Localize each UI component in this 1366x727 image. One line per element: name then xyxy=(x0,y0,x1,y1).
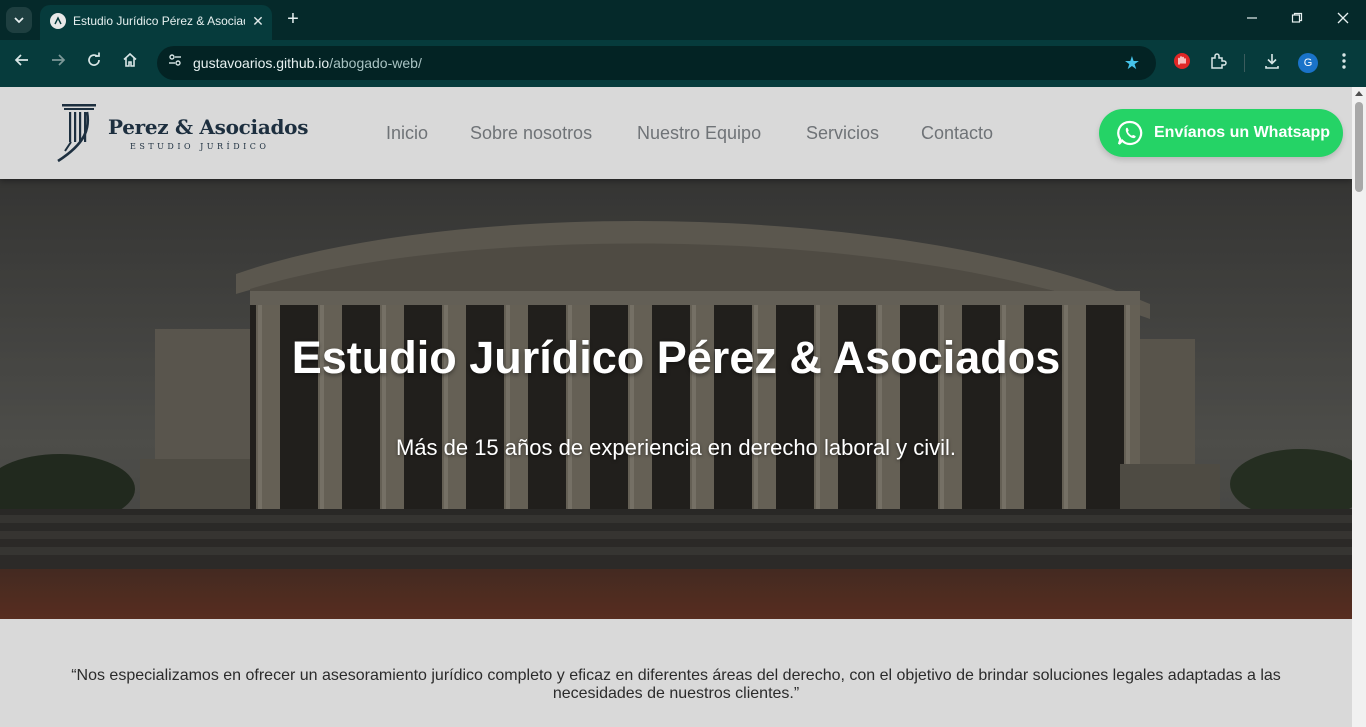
toolbar-separator xyxy=(1244,54,1245,72)
hero-subtitle: Más de 15 años de experiencia en derecho… xyxy=(395,435,957,460)
tab-title: Estudio Jurídico Pérez & Asociados xyxy=(73,14,245,28)
hero-title: Estudio Jurídico Pérez & Asociados xyxy=(291,332,1061,383)
logo-name: Perez & Asociados xyxy=(108,115,309,139)
reload-icon[interactable] xyxy=(83,52,105,74)
logo-subtitle: ESTUDIO JURÍDICO xyxy=(130,142,270,151)
hero-banner: Estudio Jurídico Pérez & Asociados Más d… xyxy=(0,179,1352,619)
close-window-icon[interactable] xyxy=(1332,8,1354,30)
site-info-icon[interactable] xyxy=(164,52,186,74)
back-icon[interactable] xyxy=(11,52,33,74)
courthouse-photo xyxy=(0,179,1352,619)
nav-nuestro-equipo[interactable]: Nuestro Equipo xyxy=(637,123,761,144)
nav-servicios[interactable]: Servicios xyxy=(806,123,879,144)
nav-sobre-nosotros[interactable]: Sobre nosotros xyxy=(470,123,592,144)
tab-search-chevron-icon[interactable] xyxy=(6,7,32,33)
site-header: Perez & Asociados ESTUDIO JURÍDICO Inici… xyxy=(0,87,1352,179)
page-scrollbar[interactable] xyxy=(1352,87,1366,727)
forward-icon[interactable] xyxy=(47,52,69,74)
whatsapp-icon xyxy=(1117,120,1143,146)
page-viewport: Perez & Asociados ESTUDIO JURÍDICO Inici… xyxy=(0,87,1352,727)
address-bar[interactable]: gustavoarios.github.io/abogado-web/ ★ xyxy=(157,46,1156,80)
intro-quote: “Nos especializamos en ofrecer un asesor… xyxy=(71,667,1281,702)
bookmark-star-icon[interactable]: ★ xyxy=(1122,52,1142,74)
download-icon[interactable] xyxy=(1261,52,1283,74)
nav-contacto[interactable]: Contacto xyxy=(921,123,993,144)
nav-inicio[interactable]: Inicio xyxy=(386,123,428,144)
browser-toolbar: gustavoarios.github.io/abogado-web/ ★ G xyxy=(0,40,1366,87)
new-tab-button[interactable]: + xyxy=(282,8,304,30)
extensions-puzzle-icon[interactable] xyxy=(1207,52,1229,74)
url-host: gustavoarios.github.io xyxy=(193,55,330,71)
scroll-up-arrow-icon[interactable] xyxy=(1355,91,1363,96)
scroll-thumb[interactable] xyxy=(1355,102,1363,192)
profile-initial: G xyxy=(1303,57,1313,69)
whatsapp-button-label: Envíanos un Whatsapp xyxy=(1154,124,1331,141)
active-tab[interactable]: Estudio Jurídico Pérez & Asociados ✕ xyxy=(40,5,272,40)
profile-avatar[interactable]: G xyxy=(1297,52,1319,74)
url-path: /abogado-web/ xyxy=(329,55,422,71)
browser-tab-strip: Estudio Jurídico Pérez & Asociados ✕ + xyxy=(0,0,1366,40)
favicon-icon xyxy=(50,13,66,29)
browser-menu-icon[interactable] xyxy=(1333,52,1355,74)
url-text: gustavoarios.github.io/abogado-web/ xyxy=(193,55,422,71)
restore-icon[interactable] xyxy=(1286,8,1308,30)
logo[interactable]: Perez & Asociados ESTUDIO JURÍDICO xyxy=(56,103,309,163)
home-icon[interactable] xyxy=(119,52,141,74)
extension-red-icon[interactable] xyxy=(1171,52,1193,74)
whatsapp-button[interactable]: Envíanos un Whatsapp xyxy=(1099,109,1343,157)
pillar-logo-icon xyxy=(57,104,96,163)
tab-close-icon[interactable]: ✕ xyxy=(250,13,266,29)
minimize-icon[interactable] xyxy=(1241,8,1263,30)
